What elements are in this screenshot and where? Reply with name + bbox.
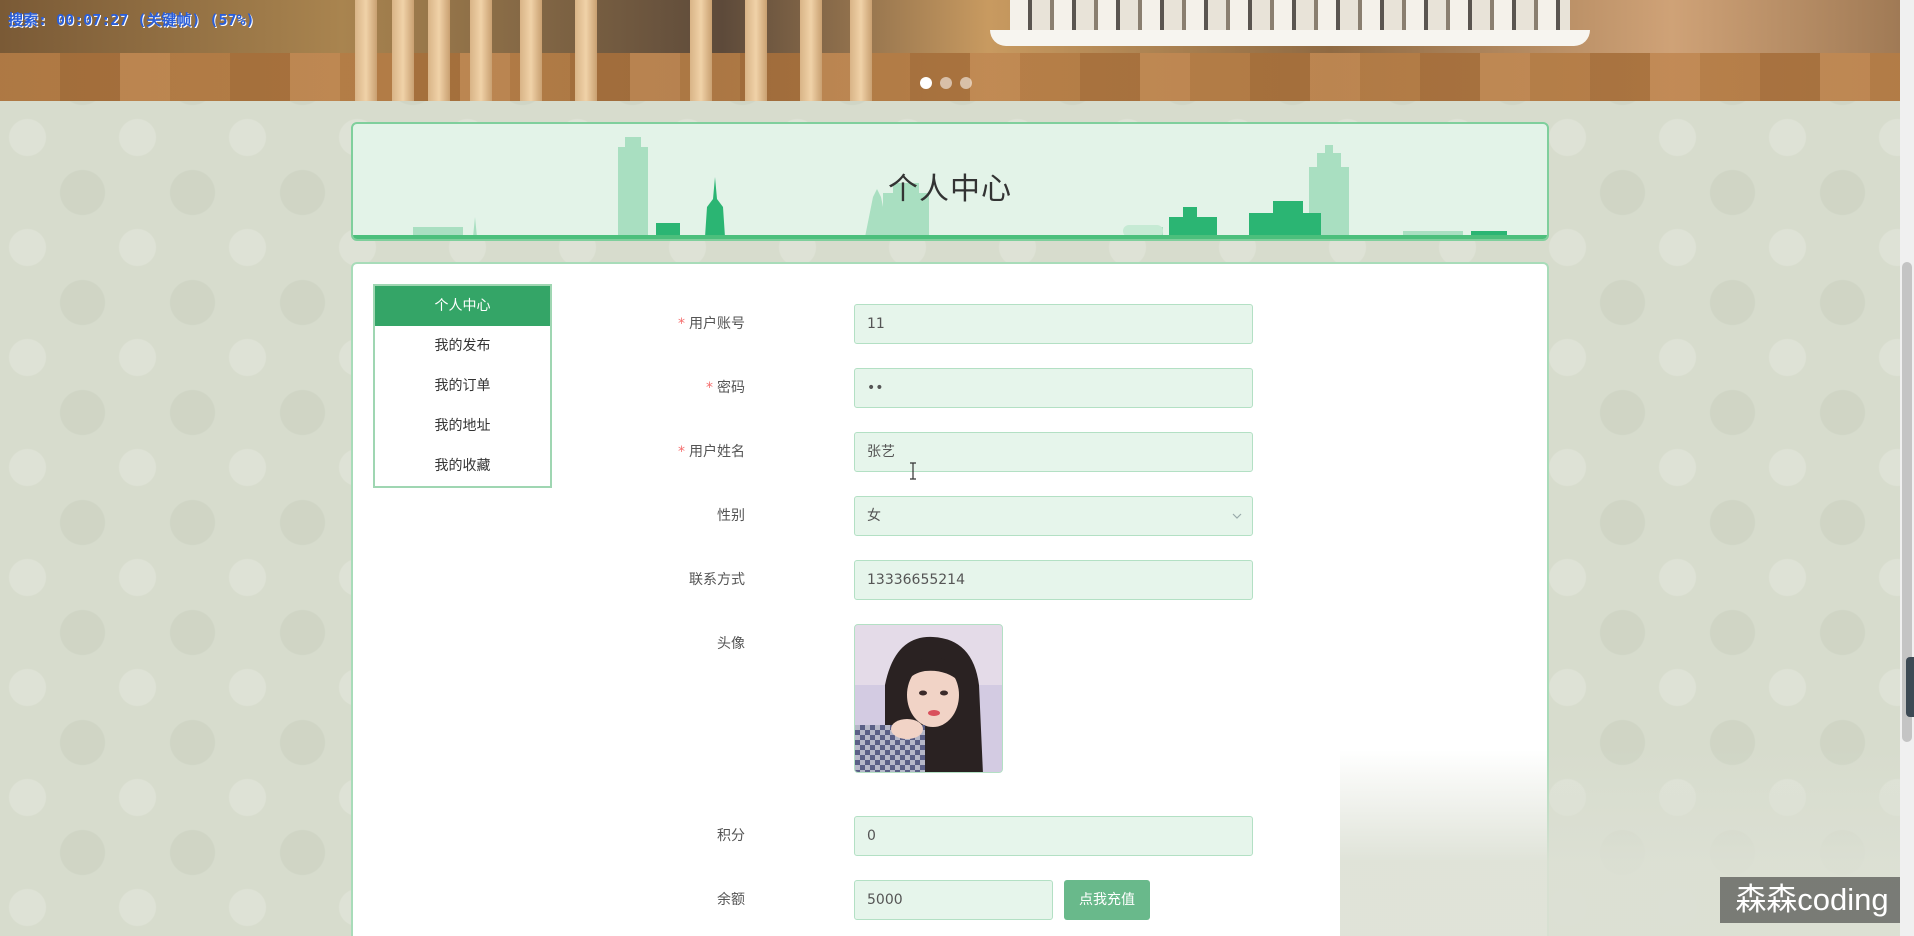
points-label: 积分	[717, 828, 745, 844]
banner-pillar	[470, 0, 492, 101]
required-mark: *	[678, 316, 685, 332]
title-underline	[353, 235, 1547, 239]
balance-input[interactable]: 5000	[854, 880, 1053, 920]
password-label: * 密码	[553, 368, 745, 408]
carousel-dot[interactable]	[940, 77, 952, 89]
title-panel: 个人中心	[351, 122, 1549, 241]
password-input[interactable]: ••	[854, 368, 1253, 408]
banner-pillar	[745, 0, 767, 101]
password-label-text: 密码	[717, 380, 745, 396]
menu-item-my-orders[interactable]: 我的订单	[375, 366, 550, 406]
banner-pillar	[355, 0, 377, 101]
menu-item-my-favorites[interactable]: 我的收藏	[375, 446, 550, 486]
balance-label: 余额	[717, 892, 745, 908]
carousel-indicators[interactable]	[920, 77, 972, 89]
banner-pillar	[690, 0, 712, 101]
menu-item-profile[interactable]: 个人中心	[375, 286, 550, 326]
banner-pillar	[575, 0, 597, 101]
gender-select-value: 女	[867, 508, 881, 524]
required-mark: *	[678, 444, 685, 460]
contact-label: 联系方式	[689, 572, 745, 588]
watermark: 森森coding	[1720, 877, 1904, 923]
side-floating-tab[interactable]	[1906, 657, 1914, 717]
name-label: * 用户姓名	[553, 432, 745, 472]
menu-item-my-posts[interactable]: 我的发布	[375, 326, 550, 366]
menu-item-my-address[interactable]: 我的地址	[375, 406, 550, 446]
banner-pillar	[428, 0, 450, 101]
text-cursor-icon	[910, 462, 916, 480]
avatar-upload[interactable]	[854, 624, 1003, 773]
carousel-dot[interactable]	[920, 77, 932, 89]
banner-pillar	[850, 0, 872, 101]
page-title: 个人中心	[888, 172, 1012, 207]
gender-label: 性别	[717, 508, 745, 524]
banner-shelf-base	[990, 30, 1590, 46]
required-mark: *	[706, 380, 713, 396]
avatar-label: 头像	[717, 636, 745, 652]
account-label-text: 用户账号	[689, 316, 745, 332]
carousel-dot[interactable]	[960, 77, 972, 89]
recharge-button[interactable]: 点我充值	[1064, 880, 1150, 920]
recording-overlay: 搜索: 00:07:27 (关键帧) (57%)	[8, 11, 255, 29]
banner-pillar	[520, 0, 542, 101]
avatar-image	[855, 625, 1002, 772]
account-label: * 用户账号	[553, 304, 745, 344]
contact-input[interactable]: 13336655214	[854, 560, 1253, 600]
banner-carousel: 搜索: 00:07:27 (关键帧) (57%)	[0, 0, 1900, 101]
chevron-down-icon	[1232, 513, 1242, 519]
name-label-text: 用户姓名	[689, 444, 745, 460]
gender-select[interactable]: 女	[854, 496, 1253, 536]
banner-pillar	[392, 0, 414, 101]
banner-pillar	[800, 0, 822, 101]
points-input[interactable]: 0	[854, 816, 1253, 856]
profile-panel: 个人中心 我的发布 我的订单 我的地址 我的收藏 * 用户账号 11 * 密码 ••…	[351, 262, 1549, 936]
account-input[interactable]: 11	[854, 304, 1253, 344]
side-menu: 个人中心 我的发布 我的订单 我的地址 我的收藏	[373, 284, 552, 488]
